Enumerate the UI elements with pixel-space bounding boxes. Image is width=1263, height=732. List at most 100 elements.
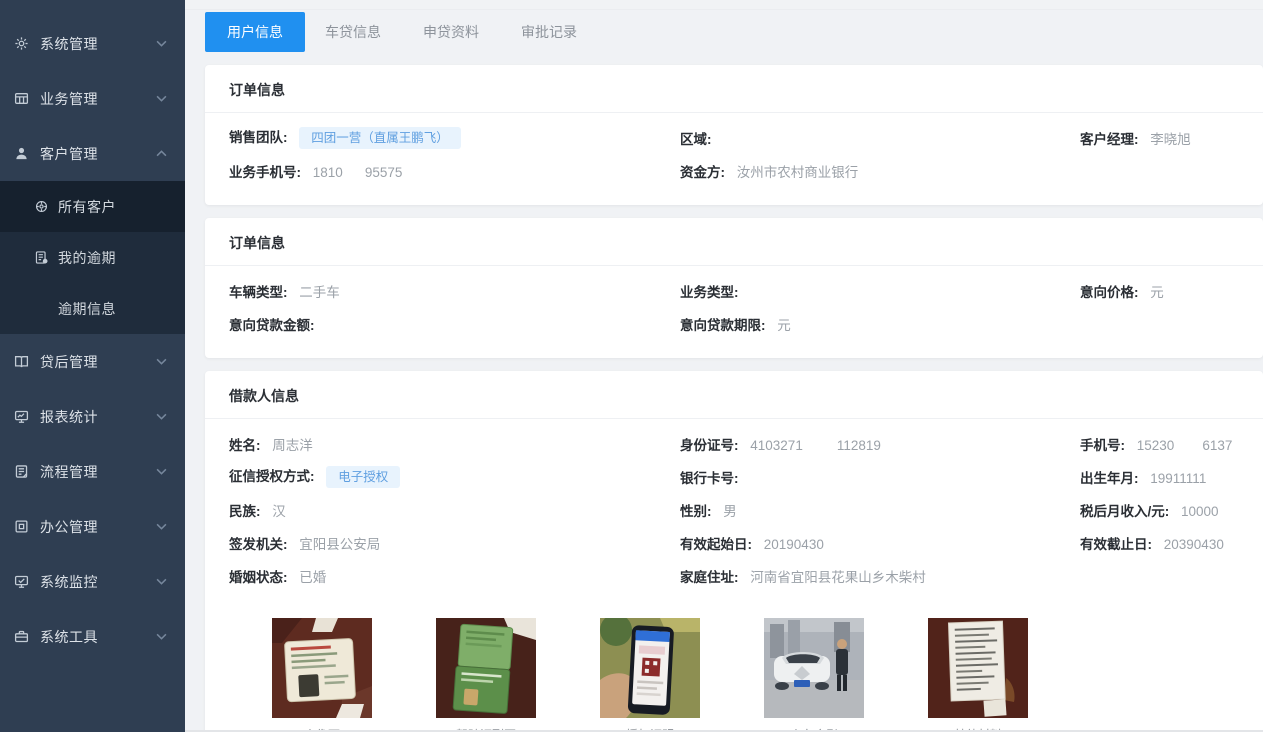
chevron-down-icon — [156, 578, 167, 585]
field-valid-from: 有效起始日: 20190430 — [680, 533, 1080, 553]
field-label: 征信授权方式: — [229, 469, 315, 484]
field-value: 宜阳县公安局 — [299, 537, 380, 552]
field-label: 意向贷款金额: — [229, 318, 315, 333]
chevron-down-icon — [156, 40, 167, 47]
field-label: 意向价格: — [1080, 285, 1139, 300]
field-value: 19911111 — [1150, 471, 1206, 486]
chevron-down-icon — [156, 413, 167, 420]
sidebar-item-label: 报表统计 — [40, 407, 156, 427]
field-label: 区域: — [680, 132, 712, 147]
field-region: 区域: — [680, 128, 1080, 148]
main-content: 用户信息 车贷信息 申贷资料 审批记录 订单信息 销售团队: 四团一营（直属王鹏… — [185, 0, 1263, 732]
field-marital-status: 婚姻状态: 已婚 — [229, 566, 680, 586]
sidebar-item-label: 系统管理 — [40, 34, 156, 54]
field-label: 税后月收入/元: — [1080, 504, 1169, 519]
field-value: 181095575 — [313, 165, 403, 180]
sidebar-item-label: 系统监控 — [40, 572, 156, 592]
sidebar-item-report-statistics[interactable]: 报表统计 — [0, 389, 185, 444]
field-value: 152306137 — [1137, 438, 1233, 453]
sidebar-item-process-management[interactable]: 流程管理 — [0, 444, 185, 499]
document-list-icon — [33, 250, 49, 266]
field-value: 男 — [723, 504, 737, 519]
sidebar-item-label: 流程管理 — [40, 462, 156, 482]
sidebar-subitem-label: 我的逾期 — [58, 248, 185, 268]
sidebar-item-postloan-management[interactable]: 贷后管理 — [0, 334, 185, 389]
chevron-up-icon — [156, 150, 167, 157]
sidebar-subitem-label: 逾期信息 — [58, 299, 185, 319]
wheel-icon — [33, 199, 49, 215]
green-booklet-photo[interactable] — [436, 618, 536, 718]
tab-user-info[interactable]: 用户信息 — [205, 12, 305, 52]
field-name: 姓名: 周志洋 — [229, 434, 680, 454]
field-gender: 性别: 男 — [680, 500, 1080, 520]
sidebar-subitem-overdue-info[interactable]: 逾期信息 — [0, 283, 185, 334]
card-title: 借款人信息 — [205, 371, 1263, 419]
chevron-down-icon — [156, 468, 167, 475]
redaction-patch — [343, 166, 365, 179]
redaction-patch — [803, 439, 837, 452]
field-label: 客户经理: — [1080, 132, 1139, 147]
field-mobile-phone: 手机号: 152306137 — [1080, 434, 1239, 454]
handwritten-document-photo[interactable] — [928, 618, 1028, 718]
tab-car-loan-info[interactable]: 车贷信息 — [325, 12, 381, 52]
sidebar-subitem-all-customers[interactable]: 所有客户 — [0, 181, 185, 232]
field-value: 元 — [777, 318, 791, 333]
monitor-check-icon — [13, 574, 29, 590]
nested-square-icon — [13, 519, 29, 535]
sidebar-item-customer-management[interactable]: 客户管理 — [0, 126, 185, 181]
field-value: 4103271112819 — [750, 438, 881, 453]
field-label: 民族: — [229, 504, 261, 519]
chevron-down-icon — [156, 633, 167, 640]
field-id-number: 身份证号: 4103271112819 — [680, 434, 1080, 454]
field-value: 二手车 — [299, 285, 340, 300]
field-monthly-income: 税后月收入/元: 10000 — [1080, 500, 1239, 520]
field-intent-loan-amount: 意向贷款金额: — [229, 314, 680, 334]
field-home-address: 家庭住址: 河南省宜阳县花果山乡木柴村 — [680, 566, 1080, 586]
field-ethnicity: 民族: 汉 — [229, 500, 680, 520]
field-value: 李晓旭 — [1150, 132, 1191, 147]
sidebar-item-system-tools[interactable]: 系统工具 — [0, 609, 185, 664]
field-label: 资金方: — [680, 165, 725, 180]
field-value: 汉 — [272, 504, 286, 519]
book-icon — [13, 354, 29, 370]
field-value: 已婚 — [299, 570, 326, 585]
sidebar-item-business-management[interactable]: 业务管理 — [0, 71, 185, 126]
field-valid-to: 有效截止日: 20390430 — [1080, 533, 1239, 553]
field-intent-loan-term: 意向贷款期限: 元 — [680, 314, 1080, 334]
sales-team-tag: 四团一营（直属王鹏飞） — [299, 127, 461, 149]
field-label: 车辆类型: — [229, 285, 288, 300]
sidebar-item-label: 系统工具 — [40, 627, 156, 647]
phone-qr-photo[interactable] — [600, 618, 700, 718]
card-title: 订单信息 — [205, 218, 1263, 266]
sidebar-item-label: 贷后管理 — [40, 352, 156, 372]
sidebar-subitem-label: 所有客户 — [58, 197, 185, 217]
sidebar-item-system-monitor[interactable]: 系统监控 — [0, 554, 185, 609]
sidebar-subitem-my-overdue[interactable]: 我的逾期 — [0, 232, 185, 283]
field-value: 10000 — [1181, 504, 1219, 519]
id-card-photo[interactable] — [272, 618, 372, 718]
tab-loan-application-docs[interactable]: 申贷资料 — [423, 12, 479, 52]
sidebar: 系统管理 业务管理 客户管理 所有客户 — [0, 0, 185, 732]
field-label: 业务类型: — [680, 285, 739, 300]
field-label: 姓名: — [229, 438, 261, 453]
field-label: 家庭住址: — [680, 570, 739, 585]
field-birth-date: 出生年月: 19911111 — [1080, 467, 1239, 487]
sidebar-item-system-management[interactable]: 系统管理 — [0, 16, 185, 71]
monitor-chart-icon — [13, 409, 29, 425]
chevron-down-icon — [156, 358, 167, 365]
field-bank-card-number: 银行卡号: — [680, 467, 1080, 487]
sidebar-item-office-management[interactable]: 办公管理 — [0, 499, 185, 554]
field-label: 身份证号: — [680, 438, 739, 453]
car-with-person-photo[interactable] — [764, 618, 864, 718]
field-label: 业务手机号: — [229, 165, 301, 180]
field-value: 汝州市农村商业银行 — [737, 165, 859, 180]
field-funder: 资金方: 汝州市农村商业银行 — [680, 161, 1080, 181]
field-label: 销售团队: — [229, 130, 288, 145]
chevron-down-icon — [156, 523, 167, 530]
sidebar-item-label: 客户管理 — [40, 144, 156, 164]
tab-approval-records[interactable]: 审批记录 — [521, 12, 577, 52]
field-label: 意向贷款期限: — [680, 318, 766, 333]
document-edit-icon — [13, 464, 29, 480]
document-photo-list — [229, 592, 1239, 718]
field-label: 签发机关: — [229, 537, 288, 552]
